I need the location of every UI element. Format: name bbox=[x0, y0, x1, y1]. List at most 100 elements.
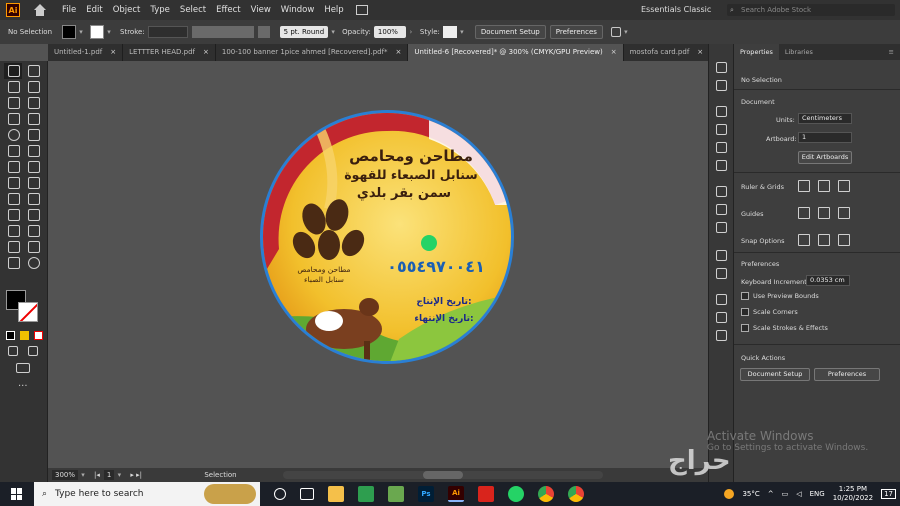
more-tools-icon[interactable]: ··· bbox=[18, 381, 28, 392]
menu-window[interactable]: Window bbox=[281, 5, 315, 15]
opacity-field[interactable]: 100% bbox=[373, 26, 406, 38]
artboard-number[interactable]: 1 bbox=[103, 470, 115, 480]
swatches-icon[interactable] bbox=[716, 124, 727, 135]
perspective-grid-tool-icon[interactable] bbox=[8, 209, 20, 221]
menu-help[interactable]: Help bbox=[324, 5, 343, 15]
layers-icon[interactable] bbox=[716, 294, 727, 305]
close-icon[interactable]: × bbox=[396, 44, 402, 61]
panel-menu-icon[interactable]: ≡ bbox=[889, 44, 900, 60]
language-indicator[interactable]: ENG bbox=[810, 490, 825, 498]
stroke-weight-field[interactable] bbox=[147, 26, 188, 38]
shape-builder-tool-icon[interactable] bbox=[8, 193, 20, 205]
draw-normal-icon[interactable] bbox=[8, 346, 18, 356]
tab-banner[interactable]: 100-100 banner 1pice ahmed [Recovered].p… bbox=[216, 44, 409, 61]
checkbox[interactable] bbox=[741, 324, 749, 332]
snap-to-pixel-icon[interactable] bbox=[838, 234, 850, 246]
grid-icon[interactable] bbox=[818, 180, 830, 192]
menu-edit[interactable]: Edit bbox=[86, 5, 102, 15]
zoom-level[interactable]: 300% bbox=[52, 470, 79, 480]
excel-icon[interactable] bbox=[358, 486, 374, 502]
symbols-icon[interactable] bbox=[716, 160, 727, 171]
graph-tool-icon[interactable] bbox=[28, 225, 40, 237]
width-tool-icon[interactable] bbox=[8, 177, 20, 189]
photoshop-icon[interactable]: Ps bbox=[418, 486, 434, 502]
task-view-icon[interactable] bbox=[300, 488, 314, 500]
brush-definition[interactable]: 5 pt. Round bbox=[279, 26, 329, 38]
qa-document-setup-button[interactable]: Document Setup bbox=[740, 368, 810, 381]
close-icon[interactable]: × bbox=[697, 44, 703, 61]
menu-type[interactable]: Type bbox=[150, 5, 170, 15]
chevron-down-icon[interactable]: ▾ bbox=[78, 471, 88, 479]
properties-icon[interactable] bbox=[716, 62, 727, 73]
lasso-tool-icon[interactable] bbox=[28, 81, 40, 93]
scale-corners-option[interactable]: Scale Corners bbox=[741, 308, 798, 316]
color-icon[interactable] bbox=[716, 106, 727, 117]
artboard-tool-icon[interactable] bbox=[8, 241, 20, 253]
clock[interactable]: 1:25 PM 10/20/2022 bbox=[833, 485, 873, 503]
align-icon[interactable] bbox=[610, 27, 621, 37]
tab-letterhead[interactable]: LETTTER HEAD.pdf × bbox=[123, 44, 216, 61]
paintbrush-tool-icon[interactable] bbox=[28, 129, 40, 141]
variable-width-profile[interactable] bbox=[191, 26, 254, 38]
eyedropper-tool-icon[interactable] bbox=[8, 225, 20, 237]
preferences-button[interactable]: Preferences bbox=[549, 25, 603, 39]
tab-libraries[interactable]: Libraries bbox=[779, 44, 819, 60]
screen-mode-icon[interactable] bbox=[28, 346, 38, 356]
menu-file[interactable]: File bbox=[62, 5, 76, 15]
show-guides-icon[interactable] bbox=[798, 207, 810, 219]
artboards-icon[interactable] bbox=[716, 330, 727, 341]
tab-properties[interactable]: Properties bbox=[734, 44, 779, 60]
start-button[interactable] bbox=[0, 482, 34, 506]
artboard-nav[interactable]: ▸ ▸| bbox=[130, 471, 180, 479]
home-icon[interactable] bbox=[34, 4, 46, 16]
shaper-tool-icon[interactable] bbox=[8, 145, 20, 157]
chrome-profile-icon[interactable] bbox=[568, 486, 584, 502]
none-mode-icon[interactable] bbox=[34, 331, 43, 340]
stroke-swatch[interactable] bbox=[18, 302, 38, 322]
chevron-right-icon[interactable]: › bbox=[406, 28, 416, 36]
graphic-styles-icon[interactable] bbox=[716, 268, 727, 279]
snap-to-point-icon[interactable] bbox=[798, 234, 810, 246]
menu-object[interactable]: Object bbox=[113, 5, 141, 15]
scale-strokes-option[interactable]: Scale Strokes & Effects bbox=[741, 324, 828, 332]
gradient-panel-icon[interactable] bbox=[716, 204, 727, 215]
curvature-tool-icon[interactable] bbox=[28, 97, 40, 109]
type-tool-icon[interactable] bbox=[8, 113, 20, 125]
color-mode-icon[interactable] bbox=[6, 331, 15, 340]
illustrator-taskbar-icon[interactable]: Ai bbox=[448, 486, 464, 502]
chevron-down-icon[interactable]: ▾ bbox=[328, 28, 338, 36]
transparency-icon[interactable] bbox=[716, 222, 727, 233]
file-explorer-icon[interactable] bbox=[328, 486, 344, 502]
pen-tool-icon[interactable] bbox=[8, 97, 20, 109]
free-transform-tool-icon[interactable] bbox=[28, 177, 40, 189]
slice-tool-icon[interactable] bbox=[28, 241, 40, 253]
arrange-documents-icon[interactable] bbox=[355, 5, 368, 15]
photos-icon[interactable] bbox=[388, 486, 404, 502]
fill-color-swatch[interactable] bbox=[62, 25, 76, 39]
cortana-icon[interactable] bbox=[274, 488, 286, 500]
direct-selection-tool-icon[interactable] bbox=[28, 65, 40, 77]
stroke-icon[interactable] bbox=[716, 186, 727, 197]
canvas-area[interactable]: مطاحن ومحامص سنابل الصبعاء للقهوة سمن بق… bbox=[48, 61, 708, 468]
artboard-select[interactable]: 1 bbox=[798, 132, 852, 143]
horizontal-scrollbar[interactable] bbox=[283, 471, 603, 479]
scrollbar-thumb[interactable] bbox=[423, 471, 463, 479]
volume-icon[interactable]: ◁ bbox=[796, 490, 801, 498]
change-screen-mode-icon[interactable] bbox=[16, 363, 30, 373]
weather-icon[interactable] bbox=[724, 489, 735, 499]
brushes-icon[interactable] bbox=[716, 142, 727, 153]
magic-wand-tool-icon[interactable] bbox=[8, 81, 20, 93]
asset-export-icon[interactable] bbox=[716, 312, 727, 323]
adobe-stock-search[interactable]: Search Adobe Stock bbox=[727, 4, 895, 16]
keyboard-increment-field[interactable]: 0.0353 cm bbox=[806, 275, 850, 286]
appearance-icon[interactable] bbox=[716, 250, 727, 261]
hand-tool-icon[interactable] bbox=[8, 257, 20, 269]
ellipse-tool-icon[interactable] bbox=[8, 129, 20, 141]
close-icon[interactable]: × bbox=[203, 44, 209, 61]
checkbox[interactable] bbox=[741, 292, 749, 300]
chevron-down-icon[interactable]: ▾ bbox=[76, 28, 86, 36]
gradient-tool-icon[interactable] bbox=[28, 209, 40, 221]
lock-guides-icon[interactable] bbox=[818, 207, 830, 219]
network-icon[interactable]: ▭ bbox=[782, 490, 789, 498]
close-icon[interactable]: × bbox=[611, 44, 617, 61]
